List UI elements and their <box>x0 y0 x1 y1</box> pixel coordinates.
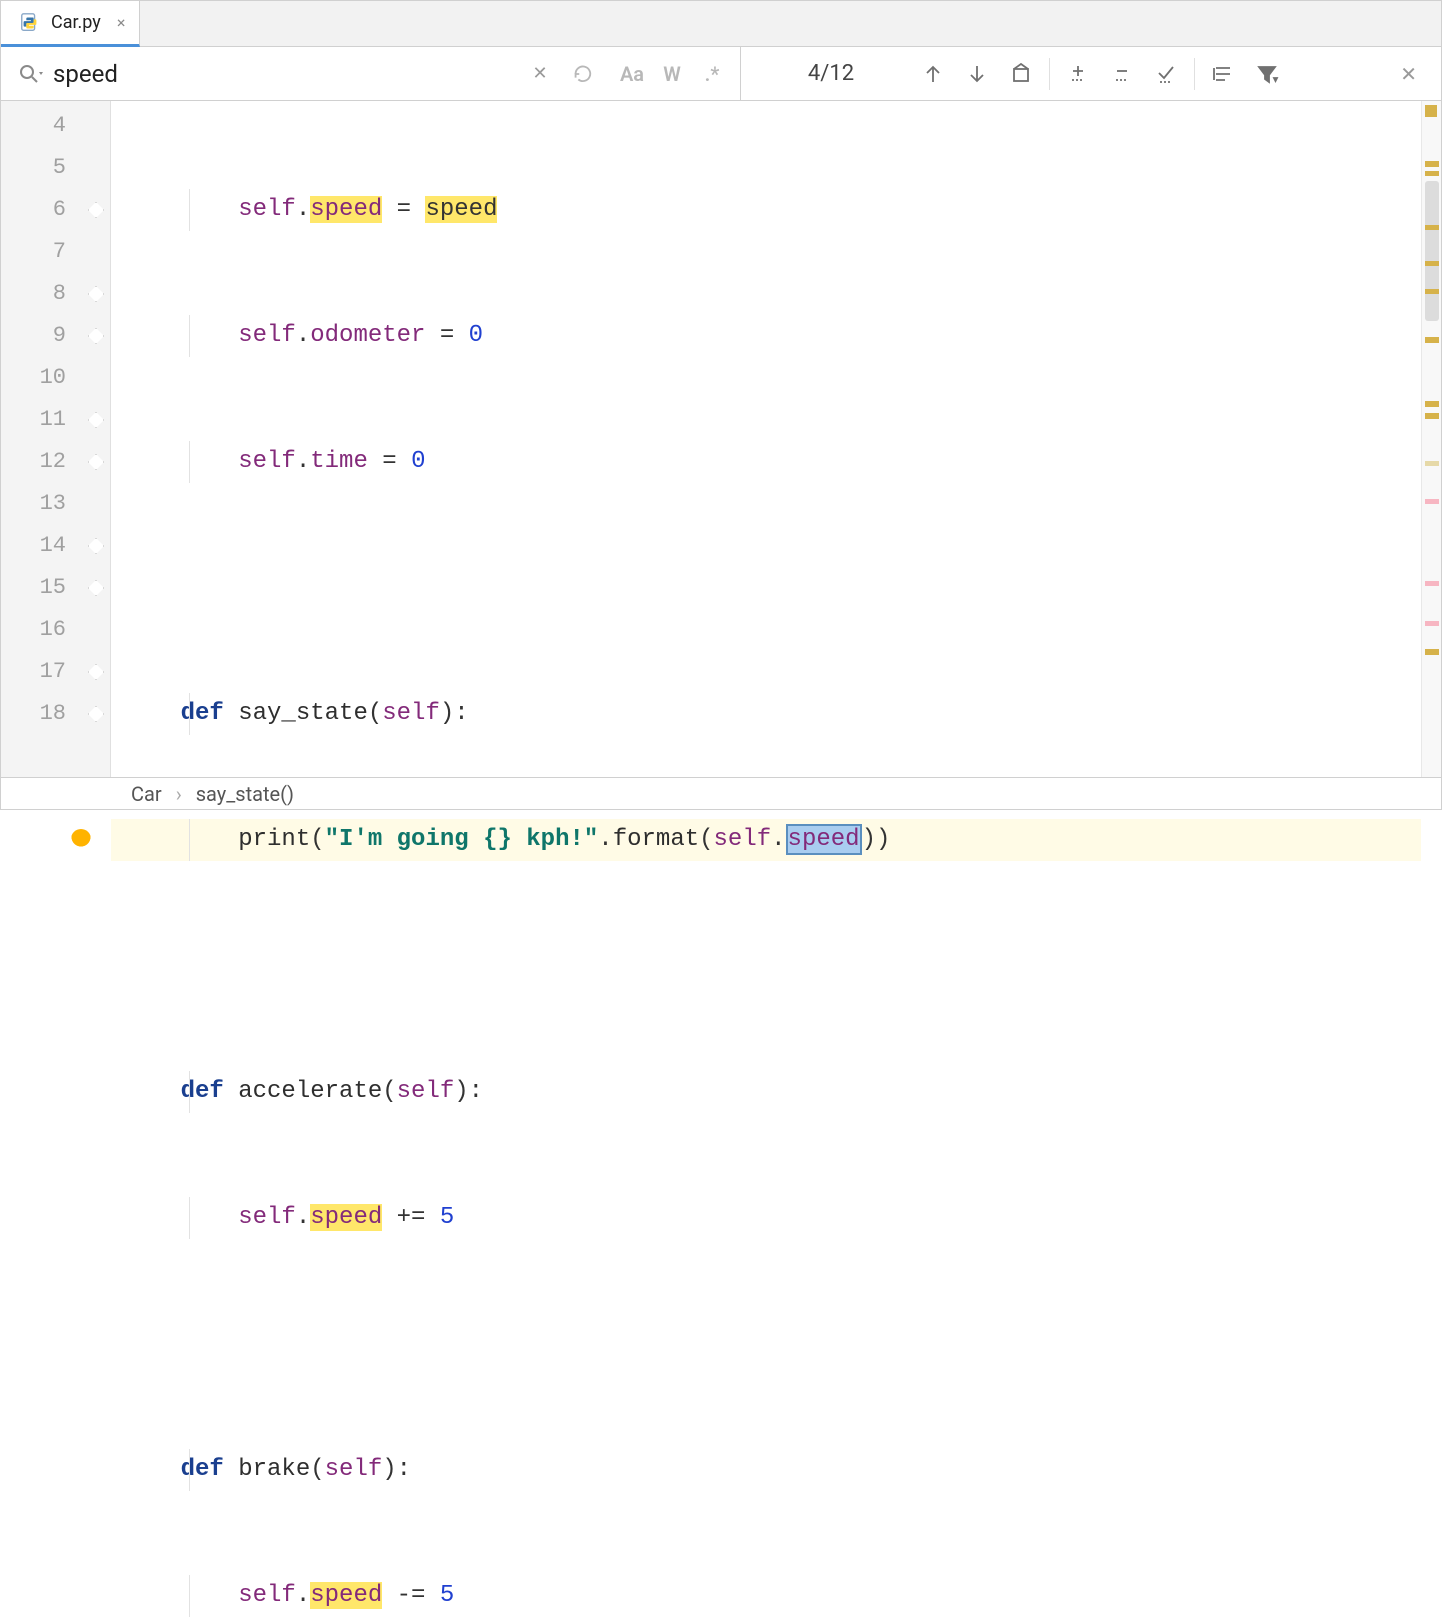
code-line[interactable] <box>111 945 1421 987</box>
line-number: 5 <box>1 147 110 189</box>
scrollbar-thumb[interactable] <box>1425 181 1439 321</box>
code-line[interactable]: self.speed -= 5 <box>111 1575 1421 1617</box>
editor: 4 5 6 7 8 9 10 11 12 13 14 15 16 17 18 s… <box>1 101 1441 777</box>
search-history-icon[interactable] <box>561 63 603 85</box>
match-marker-icon[interactable] <box>1425 261 1439 266</box>
line-number: 14 <box>1 525 110 567</box>
python-file-icon <box>19 12 41 34</box>
match-marker-icon[interactable] <box>1425 161 1439 167</box>
code-line-current[interactable]: print("I'm going {} kph!".format(self.sp… <box>111 819 1421 861</box>
fold-handle-icon[interactable] <box>88 202 104 218</box>
fold-handle-icon[interactable] <box>88 580 104 596</box>
code-line[interactable]: def say_state(self): <box>111 693 1421 735</box>
error-marker-icon[interactable] <box>1425 581 1439 586</box>
line-number: 13 <box>1 483 110 525</box>
line-number: 16 <box>1 609 110 651</box>
match-marker-icon[interactable] <box>1425 401 1439 407</box>
fold-handle-icon[interactable] <box>88 706 104 722</box>
fold-handle-icon[interactable] <box>88 328 104 344</box>
find-tools: 4/12 ✕ <box>741 47 1441 100</box>
fold-handle-icon[interactable] <box>88 412 104 428</box>
line-number: 10 <box>1 357 110 399</box>
line-number: 12 <box>1 441 110 483</box>
line-number: 8 <box>1 273 110 315</box>
match-marker-icon[interactable] <box>1425 337 1439 343</box>
clear-search-icon[interactable]: ✕ <box>519 63 561 84</box>
remove-selection-button[interactable] <box>1100 47 1144 100</box>
code-line[interactable]: def brake(self): <box>111 1449 1421 1491</box>
code-line[interactable] <box>111 567 1421 609</box>
line-number: 15 <box>1 567 110 609</box>
line-number: 6 <box>1 189 110 231</box>
match-marker-icon[interactable] <box>1425 413 1439 419</box>
code-line[interactable] <box>111 1323 1421 1365</box>
code-line[interactable]: self.speed = speed <box>111 189 1421 231</box>
code-area[interactable]: self.speed = speed self.odometer = 0 sel… <box>111 101 1421 777</box>
find-bar: ✕ Aa W .* 4/12 ✕ <box>1 47 1441 101</box>
select-all-occurrences-button[interactable] <box>999 47 1043 100</box>
tab-filename: Car.py <box>51 12 101 33</box>
match-marker-icon[interactable] <box>1425 289 1439 294</box>
code-line[interactable]: self.time = 0 <box>111 441 1421 483</box>
fold-handle-icon[interactable] <box>88 454 104 470</box>
line-number: 17 <box>1 651 110 693</box>
code-line[interactable]: self.speed += 5 <box>111 1197 1421 1239</box>
regex-toggle[interactable]: .* <box>692 62 732 86</box>
line-number: 11 <box>1 399 110 441</box>
search-input[interactable] <box>53 60 519 88</box>
search-icon[interactable] <box>19 64 45 84</box>
toggle-find-in-selection-button[interactable] <box>1201 47 1245 100</box>
code-line[interactable]: def accelerate(self): <box>111 1071 1421 1113</box>
match-marker-icon[interactable] <box>1425 171 1439 176</box>
add-selection-button[interactable] <box>1056 47 1100 100</box>
line-gutter: 4 5 6 7 8 9 10 11 12 13 14 15 16 17 18 <box>1 101 111 777</box>
match-marker-icon[interactable] <box>1425 461 1439 466</box>
code-line[interactable]: self.odometer = 0 <box>111 315 1421 357</box>
fold-handle-icon[interactable] <box>88 664 104 680</box>
close-find-bar-icon[interactable]: ✕ <box>1400 62 1431 86</box>
match-marker-icon[interactable] <box>1425 225 1439 230</box>
warning-marker-icon[interactable] <box>1425 105 1437 117</box>
filter-button[interactable] <box>1245 47 1289 100</box>
match-count: 4/12 <box>751 61 911 86</box>
file-tab[interactable]: Car.py × <box>1 1 140 47</box>
intention-bulb-icon[interactable] <box>71 829 91 849</box>
match-marker-icon[interactable] <box>1425 649 1439 655</box>
line-number: 4 <box>1 105 110 147</box>
fold-handle-icon[interactable] <box>88 538 104 554</box>
error-marker-icon[interactable] <box>1425 621 1439 626</box>
search-box: ✕ Aa W .* <box>1 47 741 100</box>
whole-words-toggle[interactable]: W <box>652 62 692 86</box>
prev-match-button[interactable] <box>911 47 955 100</box>
marker-strip[interactable] <box>1421 101 1441 777</box>
line-number: 18 <box>1 693 110 735</box>
line-number: 7 <box>1 231 110 273</box>
fold-handle-icon[interactable] <box>88 286 104 302</box>
tab-bar: Car.py × <box>1 1 1441 47</box>
line-number: 9 <box>1 315 110 357</box>
error-marker-icon[interactable] <box>1425 499 1439 504</box>
next-match-button[interactable] <box>955 47 999 100</box>
match-case-toggle[interactable]: Aa <box>612 62 652 86</box>
select-all-button[interactable] <box>1144 47 1188 100</box>
close-tab-icon[interactable]: × <box>117 13 126 32</box>
